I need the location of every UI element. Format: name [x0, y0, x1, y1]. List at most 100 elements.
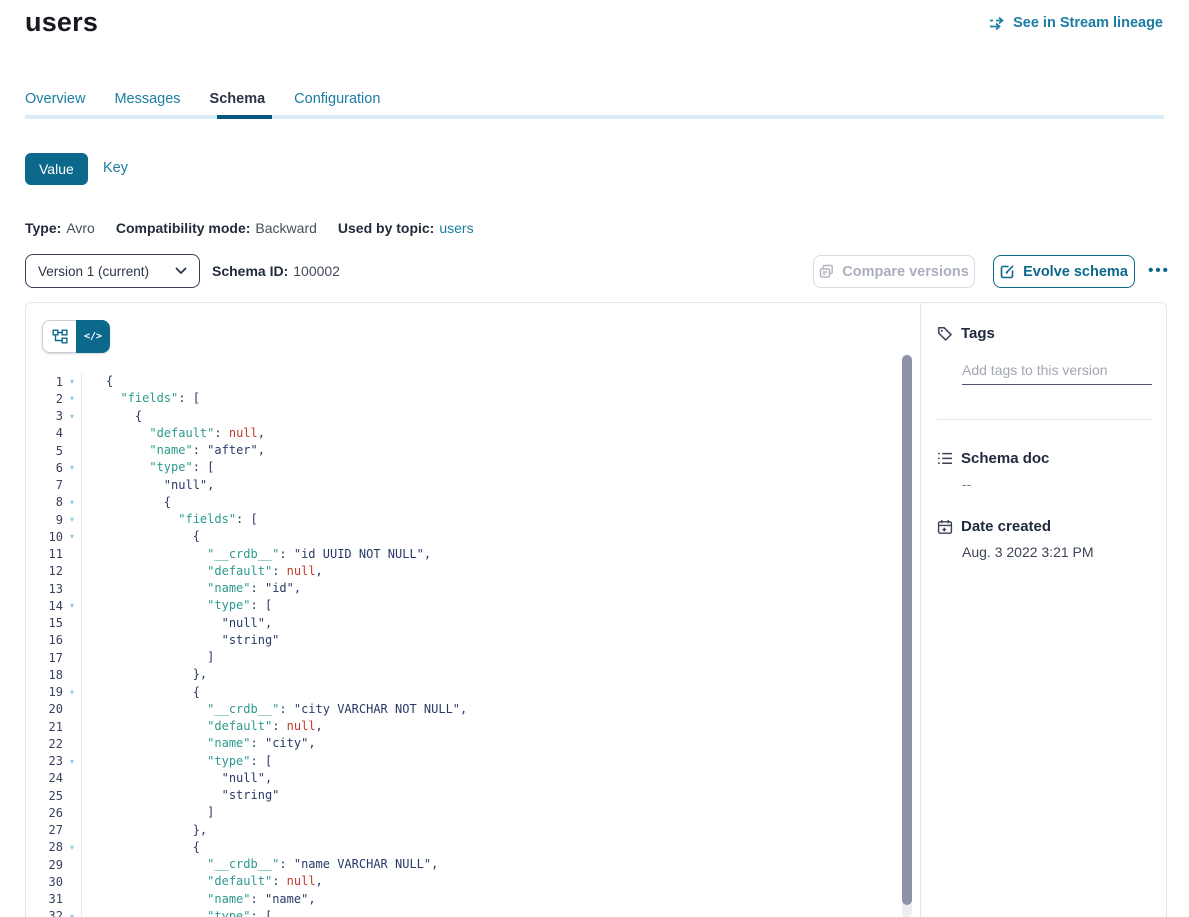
fold-toggle-icon[interactable]: ▾: [63, 839, 81, 856]
compare-versions-icon: [819, 264, 834, 279]
used-by-topic-label: Used by topic:: [338, 220, 434, 236]
code-text: {: [81, 408, 142, 425]
code-line: 9▾ "fields": [: [26, 511, 901, 528]
version-select[interactable]: Version 1 (current): [25, 254, 200, 288]
line-number: 27: [26, 823, 63, 837]
code-text: {: [81, 528, 200, 545]
code-line: 19▾ {: [26, 684, 901, 701]
fold-toggle-icon[interactable]: ▾: [63, 753, 81, 770]
code-view-icon: </>: [84, 331, 102, 342]
list-icon: [937, 451, 953, 466]
tab-underline-track: [25, 115, 1164, 119]
code-line: 25 "string": [26, 787, 901, 804]
editor-scrollbar-track[interactable]: [902, 354, 912, 917]
line-number: 11: [26, 547, 63, 561]
code-text: "null",: [81, 477, 214, 494]
schema-id-label: Schema ID:: [212, 263, 288, 279]
more-options-button[interactable]: •••: [1142, 254, 1176, 287]
line-number: 14: [26, 599, 63, 613]
line-number: 2: [26, 392, 63, 406]
code-line: 14▾ "type": [: [26, 597, 901, 614]
line-number: 7: [26, 478, 63, 492]
compare-versions-label: Compare versions: [842, 264, 969, 280]
evolve-schema-label: Evolve schema: [1023, 264, 1128, 280]
code-text: "__crdb__": "city VARCHAR NOT NULL",: [81, 701, 467, 718]
code-text: "string": [81, 632, 279, 649]
code-line: 13 "name": "id",: [26, 580, 901, 597]
editor-scrollbar-thumb[interactable]: [902, 355, 912, 905]
code-text: },: [81, 822, 207, 839]
line-number: 10: [26, 530, 63, 544]
line-number: 25: [26, 789, 63, 803]
fold-toggle-icon[interactable]: ▾: [63, 390, 81, 407]
line-number: 16: [26, 633, 63, 647]
code-line: 27 },: [26, 822, 901, 839]
code-line: 17 ]: [26, 649, 901, 666]
code-line: 10▾ {: [26, 528, 901, 545]
fold-toggle-icon[interactable]: ▾: [63, 459, 81, 476]
fold-toggle-icon[interactable]: ▾: [63, 684, 81, 701]
line-number: 19: [26, 685, 63, 699]
code-text: "default": null,: [81, 718, 323, 735]
code-text: "string": [81, 787, 279, 804]
schema-doc-title: Schema doc: [961, 450, 1049, 467]
code-line: 29 "__crdb__": "name VARCHAR NULL",: [26, 856, 901, 873]
value-toggle-button[interactable]: Value: [25, 153, 88, 185]
code-line: 20 "__crdb__": "city VARCHAR NOT NULL",: [26, 701, 901, 718]
code-text: "type": [: [81, 459, 214, 476]
line-number: 4: [26, 426, 63, 440]
code-text: {: [81, 373, 113, 390]
fold-toggle-icon[interactable]: ▾: [63, 511, 81, 528]
line-number: 17: [26, 651, 63, 665]
code-text: {: [81, 839, 200, 856]
code-text: "name": "after",: [81, 442, 265, 459]
fold-toggle-icon[interactable]: ▾: [63, 373, 81, 390]
fold-toggle-icon[interactable]: ▾: [63, 494, 81, 511]
schema-doc-value: --: [962, 476, 971, 492]
line-number: 30: [26, 875, 63, 889]
schema-id-field: Schema ID: 100002: [212, 263, 340, 279]
stream-lineage-label: See in Stream lineage: [1013, 15, 1163, 31]
line-number: 13: [26, 582, 63, 596]
code-text: "fields": [: [81, 511, 258, 528]
type-label: Type:: [25, 220, 61, 236]
topic-link[interactable]: users: [439, 220, 473, 236]
used-by-topic-field: Used by topic: users: [338, 220, 474, 236]
line-number: 12: [26, 564, 63, 578]
line-number: 18: [26, 668, 63, 682]
add-tags-input[interactable]: [962, 355, 1152, 385]
code-text: ]: [81, 804, 214, 821]
line-number: 21: [26, 720, 63, 734]
line-number: 9: [26, 513, 63, 527]
schema-id-value: 100002: [293, 263, 340, 279]
code-text: },: [81, 666, 207, 683]
code-text: "type": [: [81, 753, 272, 770]
fold-toggle-icon[interactable]: ▾: [63, 528, 81, 545]
code-text: "null",: [81, 770, 272, 787]
fold-toggle-icon[interactable]: ▾: [63, 408, 81, 425]
evolve-schema-button[interactable]: Evolve schema: [993, 255, 1135, 288]
sidebar-divider: [937, 419, 1152, 420]
tag-icon: [937, 326, 953, 342]
code-line: 1▾{: [26, 373, 901, 390]
code-view-button[interactable]: </>: [76, 320, 110, 353]
code-lines: 1▾{2▾ "fields": [3▾ {4 "default": null,5…: [26, 373, 901, 917]
line-number: 31: [26, 892, 63, 906]
code-line: 31 "name": "name",: [26, 891, 901, 908]
code-text: "default": null,: [81, 563, 323, 580]
compare-versions-button[interactable]: Compare versions: [813, 255, 975, 288]
code-line: 21 "default": null,: [26, 718, 901, 735]
key-toggle-button[interactable]: Key: [103, 160, 128, 176]
tags-title: Tags: [961, 325, 995, 342]
code-line: 6▾ "type": [: [26, 459, 901, 476]
code-text: "__crdb__": "name VARCHAR NULL",: [81, 856, 438, 873]
fold-toggle-icon[interactable]: ▾: [63, 597, 81, 614]
type-value: Avro: [66, 220, 95, 236]
code-line: 2▾ "fields": [: [26, 390, 901, 407]
code-line: 18 },: [26, 666, 901, 683]
code-line: 24 "null",: [26, 770, 901, 787]
line-number: 15: [26, 616, 63, 630]
tree-view-button[interactable]: [42, 320, 76, 353]
line-number: 24: [26, 771, 63, 785]
stream-lineage-link[interactable]: See in Stream lineage: [989, 15, 1163, 31]
